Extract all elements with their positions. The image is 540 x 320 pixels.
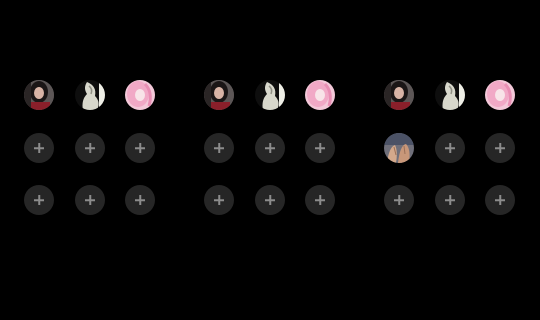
add-avatar-button[interactable] bbox=[125, 133, 155, 163]
add-avatar-button[interactable] bbox=[485, 185, 515, 215]
avatar-photo-white-figure[interactable] bbox=[255, 80, 285, 110]
add-avatar-button[interactable] bbox=[24, 133, 54, 163]
avatar-photo-dark-hair[interactable] bbox=[384, 80, 414, 110]
avatar-photo-pink-hair[interactable] bbox=[305, 80, 335, 110]
avatar-grid-panel-2 bbox=[204, 80, 339, 230]
avatar-photo-white-figure[interactable] bbox=[435, 80, 465, 110]
add-avatar-button[interactable] bbox=[255, 185, 285, 215]
add-avatar-button[interactable] bbox=[305, 133, 335, 163]
add-avatar-button[interactable] bbox=[384, 185, 414, 215]
add-avatar-button[interactable] bbox=[435, 133, 465, 163]
avatar-grid-panel-3 bbox=[384, 80, 519, 230]
add-avatar-button[interactable] bbox=[485, 133, 515, 163]
avatar-photo-dark-hair[interactable] bbox=[24, 80, 54, 110]
avatar-picker-screen bbox=[0, 0, 540, 320]
avatar-photo-pink-hair[interactable] bbox=[485, 80, 515, 110]
add-avatar-button[interactable] bbox=[204, 185, 234, 215]
avatar-photo-hands[interactable] bbox=[384, 133, 414, 163]
add-avatar-button[interactable] bbox=[204, 133, 234, 163]
add-avatar-button[interactable] bbox=[305, 185, 335, 215]
avatar-photo-pink-hair[interactable] bbox=[125, 80, 155, 110]
add-avatar-button[interactable] bbox=[435, 185, 465, 215]
avatar-photo-white-figure[interactable] bbox=[75, 80, 105, 110]
add-avatar-button[interactable] bbox=[75, 185, 105, 215]
add-avatar-button[interactable] bbox=[255, 133, 285, 163]
avatar-grid-panel-1 bbox=[24, 80, 159, 230]
add-avatar-button[interactable] bbox=[75, 133, 105, 163]
avatar-photo-dark-hair[interactable] bbox=[204, 80, 234, 110]
add-avatar-button[interactable] bbox=[24, 185, 54, 215]
add-avatar-button[interactable] bbox=[125, 185, 155, 215]
